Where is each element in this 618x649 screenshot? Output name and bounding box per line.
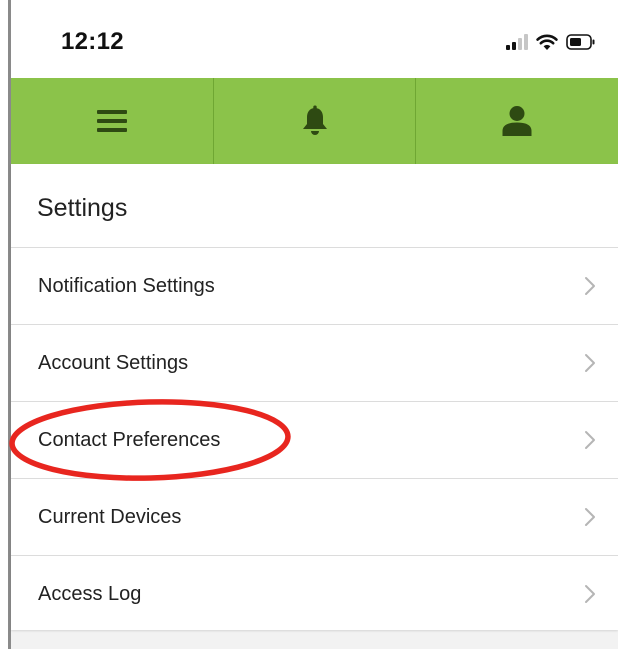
status-bar: 12:12 bbox=[11, 0, 618, 78]
menu-item-label: Notification Settings bbox=[38, 274, 215, 297]
status-time: 12:12 bbox=[61, 28, 124, 55]
settings-content: Settings Notification Settings Account S… bbox=[11, 164, 618, 649]
menu-item-label: Contact Preferences bbox=[38, 428, 221, 451]
settings-menu: Notification Settings Account Settings C… bbox=[11, 248, 618, 632]
menu-item-label: Account Settings bbox=[38, 351, 189, 374]
bell-icon bbox=[301, 105, 329, 137]
user-icon bbox=[502, 105, 532, 137]
notifications-button[interactable] bbox=[214, 78, 417, 164]
wifi-icon bbox=[536, 33, 558, 51]
menu-item-access-log[interactable]: Access Log bbox=[11, 556, 618, 632]
menu-item-label: Access Log bbox=[38, 582, 142, 605]
hamburger-menu-icon bbox=[96, 109, 127, 133]
chevron-right-icon bbox=[584, 276, 596, 296]
chevron-right-icon bbox=[584, 430, 596, 450]
chevron-right-icon bbox=[584, 584, 596, 604]
chevron-right-icon bbox=[584, 353, 596, 373]
top-nav-bar bbox=[11, 78, 618, 164]
settings-card: Settings Notification Settings Account S… bbox=[11, 164, 618, 630]
menu-item-account-settings[interactable]: Account Settings bbox=[11, 325, 618, 402]
menu-item-notification-settings[interactable]: Notification Settings bbox=[11, 248, 618, 325]
menu-button[interactable] bbox=[11, 78, 214, 164]
status-icons bbox=[506, 30, 596, 54]
page-title: Settings bbox=[37, 194, 128, 222]
menu-item-contact-preferences[interactable]: Contact Preferences bbox=[11, 402, 618, 479]
chevron-right-icon bbox=[584, 507, 596, 527]
menu-item-current-devices[interactable]: Current Devices bbox=[11, 479, 618, 556]
profile-button[interactable] bbox=[416, 78, 618, 164]
cellular-signal-icon bbox=[506, 34, 528, 50]
menu-item-label: Current Devices bbox=[38, 505, 182, 528]
battery-icon bbox=[566, 34, 596, 50]
